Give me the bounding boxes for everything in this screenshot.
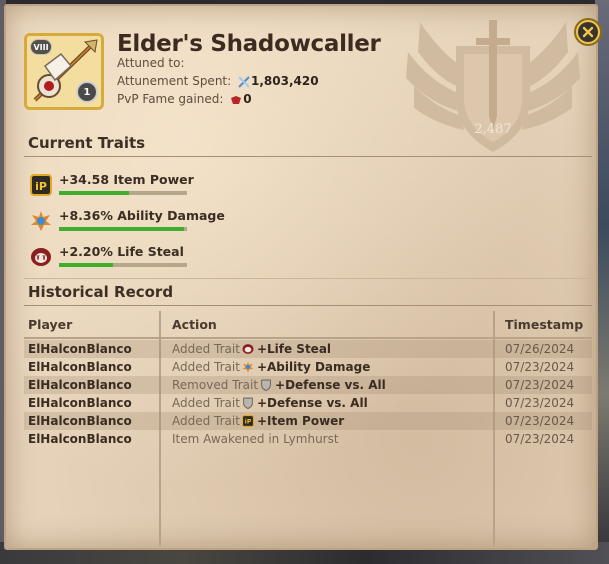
action-cell: Removed Trait +Defense vs. All xyxy=(172,378,386,392)
table-row: ElHalconBlanco Added Trait +Ability Damage… xyxy=(24,358,592,376)
timestamp: 07/23/2024 xyxy=(505,396,575,410)
trait-ability-damage-label: +8.36% Ability Damage xyxy=(59,208,225,223)
table-header-underline xyxy=(24,337,592,339)
player-name[interactable]: ElHalconBlanco xyxy=(28,360,132,374)
action-cell: Added Trait +Life Steal xyxy=(172,342,331,356)
action-text: Removed Trait xyxy=(172,378,259,392)
action-cell: Added Trait +Ability Damage xyxy=(172,360,370,374)
timestamp: 07/23/2024 xyxy=(505,414,575,428)
shield-icon xyxy=(240,396,257,410)
action-text: Item Awakened in Lymhurst xyxy=(172,432,339,446)
action-text: Added Trait xyxy=(172,342,240,356)
column-header-player[interactable]: Player xyxy=(28,317,72,332)
winged-shield-crest-icon xyxy=(406,20,580,152)
attunement-spent-value: 1,803,420 xyxy=(251,74,319,88)
svg-text:iP: iP xyxy=(35,180,47,193)
trait-life-steal-progress xyxy=(59,263,113,267)
trait-ability-damage-bar xyxy=(59,227,187,231)
historical-record-title: Historical Record xyxy=(28,283,174,301)
trait-name: +Defense vs. All xyxy=(275,378,386,392)
pvp-fame-value: 0 xyxy=(243,92,252,106)
action-cell: Added Trait +Defense vs. All xyxy=(172,396,368,410)
column-header-timestamp[interactable]: Timestamp xyxy=(505,317,583,332)
trait-ability-damage-progress xyxy=(59,227,185,231)
trait-item-power-progress xyxy=(59,191,130,195)
attunement-icon xyxy=(238,75,250,88)
trait-item-power-bar xyxy=(59,191,187,195)
attuned-to-label: Attuned to: xyxy=(117,56,185,70)
shield-icon xyxy=(258,378,275,392)
trait-name: +Ability Damage xyxy=(256,360,371,374)
trait-life-steal-label: +2.20% Life Steal xyxy=(59,244,184,259)
pvp-fame-row: PvP Fame gained: 0 xyxy=(117,92,252,106)
timestamp: 07/23/2024 xyxy=(505,432,575,446)
crest-value: 2,487 xyxy=(474,122,512,137)
history-table-header: Player Action Timestamp xyxy=(24,311,592,337)
item-power-icon: iP xyxy=(240,414,257,428)
column-header-action[interactable]: Action xyxy=(172,317,217,332)
attuned-to-row: Attuned to: xyxy=(117,56,185,70)
action-text: Added Trait xyxy=(172,360,240,374)
current-traits-divider xyxy=(24,156,592,157)
trait-name: +Defense vs. All xyxy=(256,396,368,410)
trait-item-power-label: +34.58 Item Power xyxy=(59,172,194,187)
table-row: ElHalconBlanco Added Trait +Life Steal 07/2… xyxy=(24,340,592,358)
life-steal-icon xyxy=(31,248,51,266)
trait-life-steal-bar xyxy=(59,263,187,267)
player-name[interactable]: ElHalconBlanco xyxy=(28,396,132,410)
table-row: ElHalconBlanco Item Awakened in Lymhurst 0… xyxy=(24,430,592,448)
player-name[interactable]: ElHalconBlanco xyxy=(28,432,132,446)
timestamp: 07/26/2024 xyxy=(505,342,575,356)
attunement-spent-row: Attunement Spent: 1,803,420 xyxy=(117,74,319,88)
item-title: Elder's Shadowcaller xyxy=(117,31,381,57)
table-row: ElHalconBlanco Added Trait iP +Item Power 07… xyxy=(24,412,592,430)
traits-bottom-divider xyxy=(24,278,592,279)
life-steal-icon xyxy=(240,342,257,356)
trait-name: +Item Power xyxy=(256,414,345,428)
current-traits-title: Current Traits xyxy=(28,134,146,152)
trait-name: +Life Steal xyxy=(256,342,332,356)
player-name[interactable]: ElHalconBlanco xyxy=(28,414,132,428)
table-row: ElHalconBlanco Removed Trait +Defense vs. … xyxy=(24,376,592,394)
timestamp: 07/23/2024 xyxy=(505,378,575,392)
timestamp: 07/23/2024 xyxy=(505,360,575,374)
item-history-panel: 2,487 VIII 1 Elder's Shadowcaller Attune… xyxy=(4,4,602,550)
item-power-icon: iP xyxy=(30,174,52,196)
tier-badge: VIII xyxy=(30,39,52,55)
pvp-fame-icon xyxy=(231,95,242,104)
action-text: Added Trait xyxy=(172,414,240,428)
close-icon xyxy=(582,26,594,38)
action-cell: Added Trait iP +Item Power xyxy=(172,414,344,428)
enchantment-badge: 1 xyxy=(76,81,98,103)
close-button[interactable] xyxy=(574,18,602,46)
svg-text:iP: iP xyxy=(245,419,252,426)
pvp-fame-label: PvP Fame gained: xyxy=(117,92,224,106)
item-icon[interactable]: VIII 1 xyxy=(24,33,104,110)
historical-record-divider xyxy=(24,305,592,306)
action-text: Added Trait xyxy=(172,396,240,410)
attunement-spent-label: Attunement Spent: xyxy=(117,74,232,88)
player-name[interactable]: ElHalconBlanco xyxy=(28,378,132,392)
player-name[interactable]: ElHalconBlanco xyxy=(28,342,132,356)
table-row: ElHalconBlanco Added Trait +Defense vs. Al… xyxy=(24,394,592,412)
action-cell: Item Awakened in Lymhurst xyxy=(172,432,339,446)
ability-damage-icon xyxy=(240,360,257,374)
ability-damage-icon xyxy=(31,211,51,231)
